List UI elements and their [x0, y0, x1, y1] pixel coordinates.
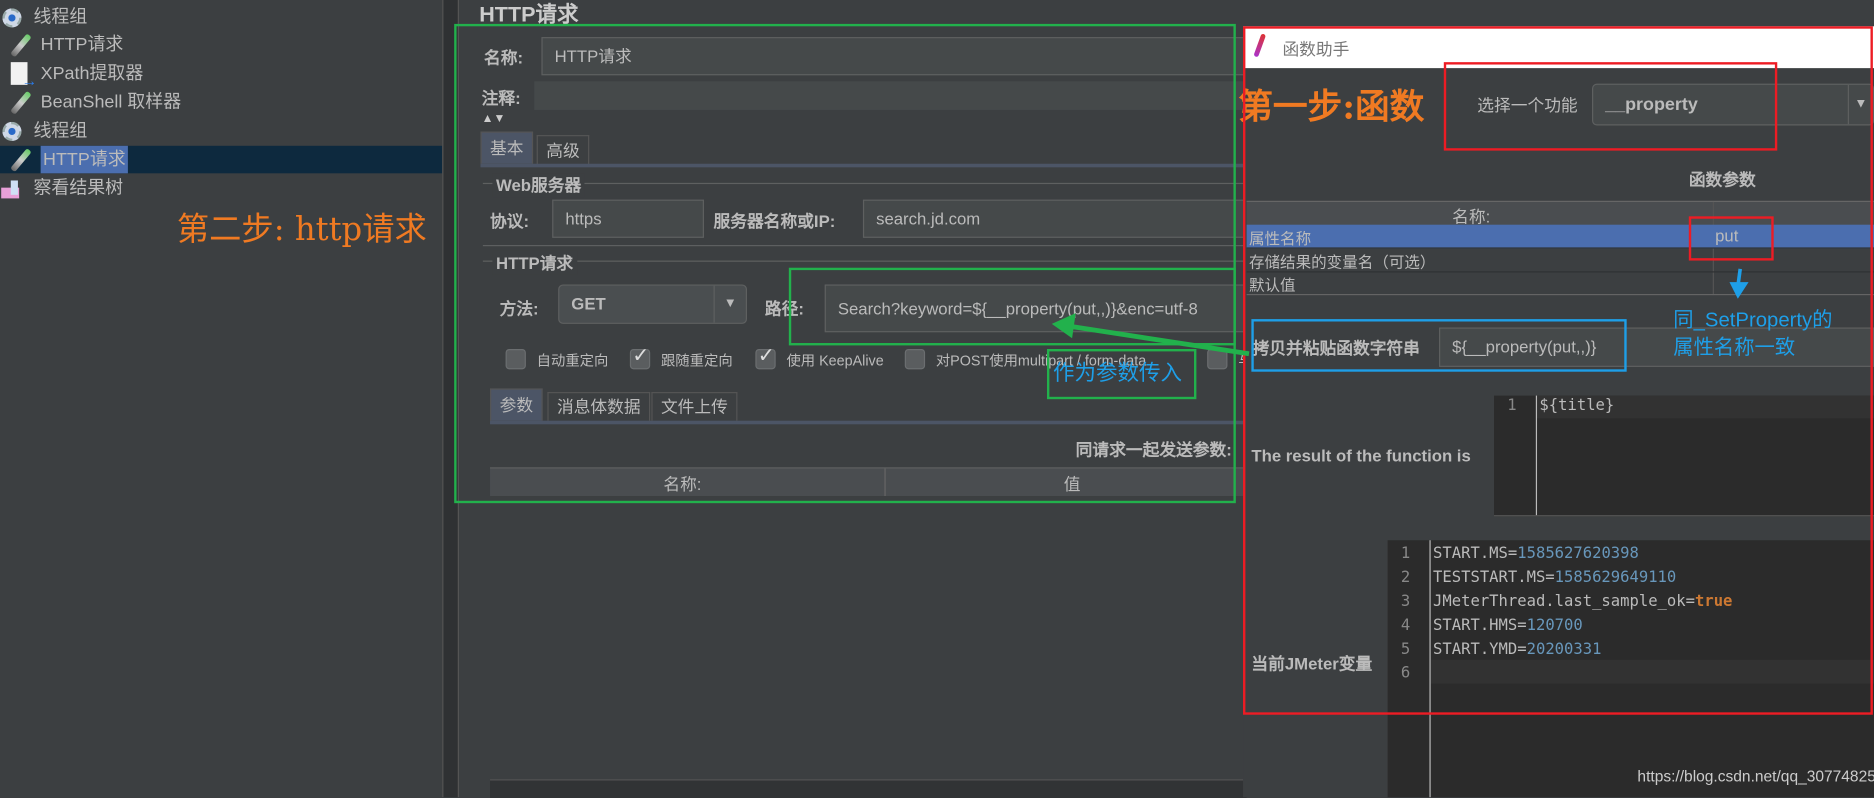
green-arrow-head [1051, 313, 1076, 339]
annotation-arrows [1051, 268, 1749, 357]
green-arrow-line [1069, 323, 1250, 357]
blue-arrow-head [1729, 282, 1749, 299]
jmeter-window: 线程组 HTTP请求 → XPath提取器 BeanShell 取样器 线程组 HTTP请求… [0, 0, 1874, 798]
